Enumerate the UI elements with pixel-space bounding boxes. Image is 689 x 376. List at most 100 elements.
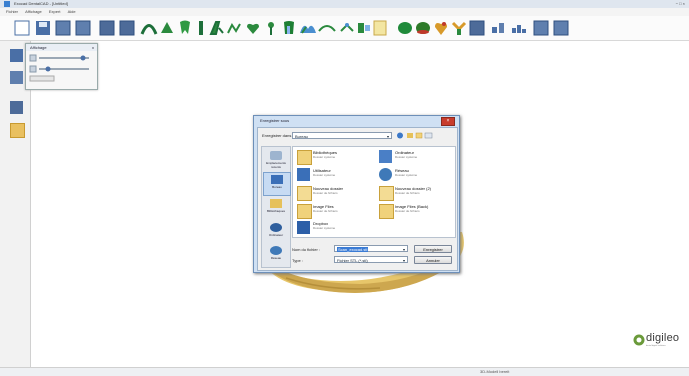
filetype-dropdown[interactable]: Fichier STL (*.stl) ▾ xyxy=(334,256,408,263)
window-title: Exocad DentalCAD - [Untitled] xyxy=(14,1,68,6)
file-desc: Dossier de fichiers xyxy=(395,191,420,195)
next-step-icon[interactable] xyxy=(532,19,550,37)
place-recent[interactable]: Emplacements récents xyxy=(263,149,289,171)
save-button[interactable]: Enregistrer xyxy=(414,245,452,253)
view-back-icon[interactable] xyxy=(74,19,92,37)
finish-icon[interactable] xyxy=(552,19,570,37)
filename-input[interactable]: Scan_exocad.stl ▾ xyxy=(334,245,408,252)
place-label: Ordinateur xyxy=(268,233,284,237)
file-item[interactable]: Réseau Dossier système xyxy=(377,167,453,183)
file-list[interactable]: Bibliothèques Dossier système Ordinateur… xyxy=(292,146,456,238)
select-tool-icon[interactable] xyxy=(10,71,23,84)
color-tooth-icon[interactable] xyxy=(432,19,450,37)
export-block-icon[interactable] xyxy=(468,19,486,37)
panel-close-icon[interactable]: x xyxy=(92,44,94,51)
desktop-icon xyxy=(271,175,283,184)
new-folder-icon[interactable] xyxy=(415,132,423,139)
place-label: Bibliothèques xyxy=(266,209,285,213)
knife-tool-icon[interactable] xyxy=(194,19,208,37)
slider-thumb[interactable] xyxy=(80,55,86,61)
toolbar xyxy=(0,16,689,41)
views-icon[interactable] xyxy=(424,132,433,139)
crown-tool-icon[interactable] xyxy=(280,19,298,37)
dialog-title: Enregistrer sous xyxy=(260,118,290,123)
dropbox-icon xyxy=(297,221,310,234)
up-folder-icon[interactable] xyxy=(407,133,413,138)
view-left-icon[interactable] xyxy=(98,19,116,37)
heart-tool-icon[interactable] xyxy=(244,19,262,37)
cancel-button[interactable]: Annuler xyxy=(414,256,452,264)
place-libraries[interactable]: Bibliothèques xyxy=(263,197,289,219)
arch-curve-icon[interactable] xyxy=(140,19,158,37)
window-controls[interactable]: − □ × xyxy=(676,0,685,8)
view-tool-icon[interactable] xyxy=(10,49,23,62)
dialog-body: Enregistrer dans : Bureau ▾ Emplacements… xyxy=(257,127,458,271)
file-desc: Dossier système xyxy=(313,173,336,177)
chevron-down-icon: ▾ xyxy=(402,247,405,252)
connector-tool-icon[interactable] xyxy=(338,19,356,37)
file-item[interactable]: Image Files (Back) Dossier de fichiers xyxy=(377,203,453,219)
layers-tool-icon[interactable] xyxy=(10,101,23,114)
menu-expert[interactable]: Expert xyxy=(49,9,61,14)
filetype-value: Fichier STL (*.stl) xyxy=(337,258,368,263)
place-computer[interactable]: Ordinateur xyxy=(263,221,289,243)
pin-tool-icon[interactable] xyxy=(264,19,278,37)
view-right-icon[interactable] xyxy=(118,19,136,37)
menu-view[interactable]: Affichage xyxy=(25,9,42,14)
title-bar: Exocad DentalCAD - [Untitled] − □ × xyxy=(0,0,689,8)
notes-tool-icon[interactable] xyxy=(372,19,388,37)
computer-icon xyxy=(270,223,282,232)
menu-file[interactable]: Fichier xyxy=(6,9,18,14)
libraries-icon xyxy=(270,199,282,208)
green-tooth-icon[interactable] xyxy=(396,19,414,37)
filename-value: Scan_exocad.stl xyxy=(337,247,369,252)
green-crown-icon[interactable] xyxy=(414,19,432,37)
new-file-icon[interactable] xyxy=(12,19,32,37)
recent-icon xyxy=(270,151,282,160)
image-folder-icon xyxy=(379,204,394,219)
gingiva-tool-icon[interactable] xyxy=(298,19,318,37)
bar-chart-icon[interactable] xyxy=(490,19,508,37)
back-icon[interactable] xyxy=(397,132,403,139)
dialog-close-button[interactable]: × xyxy=(441,117,455,126)
attachment-tool-icon[interactable] xyxy=(356,19,372,37)
file-desc: Dossier de fichiers xyxy=(313,191,338,195)
network-icon xyxy=(379,168,392,181)
menu-help[interactable]: Aide xyxy=(68,9,76,14)
place-network[interactable]: Réseau xyxy=(263,244,289,266)
logo-subtitle: dental digital solutions xyxy=(646,345,666,347)
panel-title: Affichage xyxy=(30,45,47,50)
display-panel: Affichage x xyxy=(25,43,98,90)
slider-thumb[interactable] xyxy=(45,66,51,72)
type-label: Type : xyxy=(292,258,303,263)
histogram-icon[interactable] xyxy=(510,19,528,37)
folder-icon xyxy=(297,150,312,165)
place-label: Emplacements récents xyxy=(266,161,286,169)
file-item[interactable]: Ordinateur Dossier système xyxy=(377,149,453,165)
app-icon xyxy=(4,1,10,7)
tooth-tool-icon[interactable] xyxy=(176,19,194,37)
place-desktop[interactable]: Bureau xyxy=(263,172,291,196)
brush-tool-icon[interactable] xyxy=(208,19,226,37)
file-item[interactable]: Image Files Dossier de fichiers xyxy=(295,203,371,219)
chevron-down-icon: ▾ xyxy=(402,258,405,263)
file-item[interactable]: Utilisateur Dossier système xyxy=(295,167,371,183)
logo-mark-icon xyxy=(633,334,645,346)
save-icon[interactable] xyxy=(34,19,52,37)
view-front-icon[interactable] xyxy=(54,19,72,37)
file-item[interactable]: Nouveau dossier Dossier de fichiers xyxy=(295,185,371,201)
file-desc: Dossier système xyxy=(313,226,336,230)
file-item[interactable]: Bibliothèques Dossier système xyxy=(295,149,371,165)
network-icon xyxy=(270,246,282,255)
merge-tool-icon[interactable] xyxy=(450,19,468,37)
file-folder-icon xyxy=(379,186,394,201)
bridge-curve-icon[interactable] xyxy=(318,19,336,37)
save-as-dialog: Enregistrer sous × Enregistrer dans : Bu… xyxy=(253,115,460,273)
folder-tool-icon[interactable] xyxy=(10,123,25,138)
save-in-dropdown[interactable]: Bureau ▾ xyxy=(292,132,392,139)
save-in-value: Bureau xyxy=(295,134,308,139)
sculpt-tool-icon[interactable] xyxy=(158,19,176,37)
file-item[interactable]: Dropbox Dossier système xyxy=(295,220,371,236)
file-item[interactable]: Nouveau dossier (2) Dossier de fichiers xyxy=(377,185,453,201)
margin-line-icon[interactable] xyxy=(226,19,244,37)
